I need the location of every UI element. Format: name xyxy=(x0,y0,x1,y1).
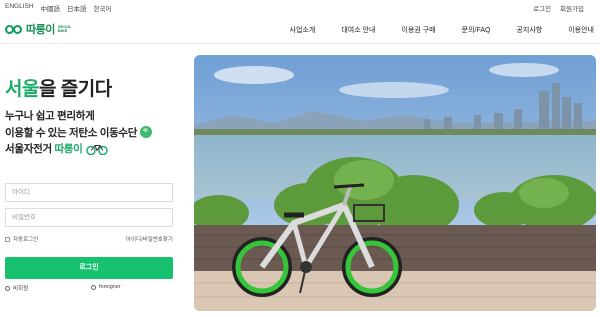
bicycle-icon xyxy=(85,145,108,155)
intro-text: 누구나 쉽고 편리하게 이용할 수 있는 저탄소 이동수단 서울자전거 따릉이 xyxy=(5,108,153,158)
login-link[interactable]: 로그인 xyxy=(533,3,551,13)
login-button[interactable]: 로그인 xyxy=(5,257,173,279)
auth-links: 로그인 회원가입 xyxy=(533,3,584,13)
hero-illustration xyxy=(194,55,596,311)
foreigner-login[interactable]: foreigner xyxy=(91,284,121,290)
user-icon xyxy=(5,285,10,291)
auto-login-label: 자동로그인 xyxy=(13,237,39,243)
logo[interactable]: 따릉이 SEOUL BIKE xyxy=(5,21,72,37)
find-account-link[interactable]: 아이디/비밀번호찾기 xyxy=(126,235,173,243)
nav-item-about[interactable]: 사업소개 xyxy=(290,25,316,35)
utility-bar: ENGLISH 中國語 日本語 한국어 로그인 회원가입 xyxy=(0,0,600,15)
foreigner-label: foreigner xyxy=(99,284,121,290)
lang-chinese[interactable]: 中國語 xyxy=(41,3,61,13)
header: 따릉이 SEOUL BIKE 사업소개 대여소 안내 이용권 구매 문의/FAQ… xyxy=(0,15,600,44)
lang-korean[interactable]: 한국어 xyxy=(94,3,112,13)
nav-item-guide[interactable]: 이용안내 xyxy=(568,25,594,35)
logo-subtext: SEOUL BIKE xyxy=(57,23,72,33)
nav-item-notice[interactable]: 공지사항 xyxy=(516,25,542,35)
id-input[interactable]: 아이디 xyxy=(5,183,173,202)
main-nav: 사업소개 대여소 안내 이용권 구매 문의/FAQ 공지사항 이용안내 xyxy=(264,25,594,35)
nav-item-faq[interactable]: 문의/FAQ xyxy=(462,25,491,35)
language-list: ENGLISH 中國語 日本語 한국어 xyxy=(5,3,112,13)
left-panel: 서울을 즐기다 누구나 쉽고 편리하게 이용할 수 있는 저탄소 이동수단 서울… xyxy=(5,44,175,317)
globe-small-icon xyxy=(91,284,96,290)
lang-english[interactable]: ENGLISH xyxy=(5,3,34,13)
nav-item-stations[interactable]: 대여소 안내 xyxy=(341,25,375,35)
password-input[interactable]: 비밀번호 xyxy=(5,208,173,227)
logo-text: 따릉이 xyxy=(26,24,55,36)
checkbox-icon xyxy=(5,236,10,242)
auto-login-checkbox[interactable]: 자동로그인 xyxy=(5,235,38,243)
signup-link[interactable]: 회원가입 xyxy=(560,3,584,13)
nav-item-pass[interactable]: 이용권 구매 xyxy=(401,25,435,35)
hero-image xyxy=(194,55,596,311)
lang-japanese[interactable]: 日本語 xyxy=(67,3,87,13)
non-member-label: 비회원 xyxy=(13,286,29,292)
slogan: 서울을 즐기다 xyxy=(5,79,112,100)
globe-icon xyxy=(140,125,153,138)
non-member-login[interactable]: 비회원 xyxy=(5,284,28,292)
logo-icon xyxy=(5,24,23,35)
